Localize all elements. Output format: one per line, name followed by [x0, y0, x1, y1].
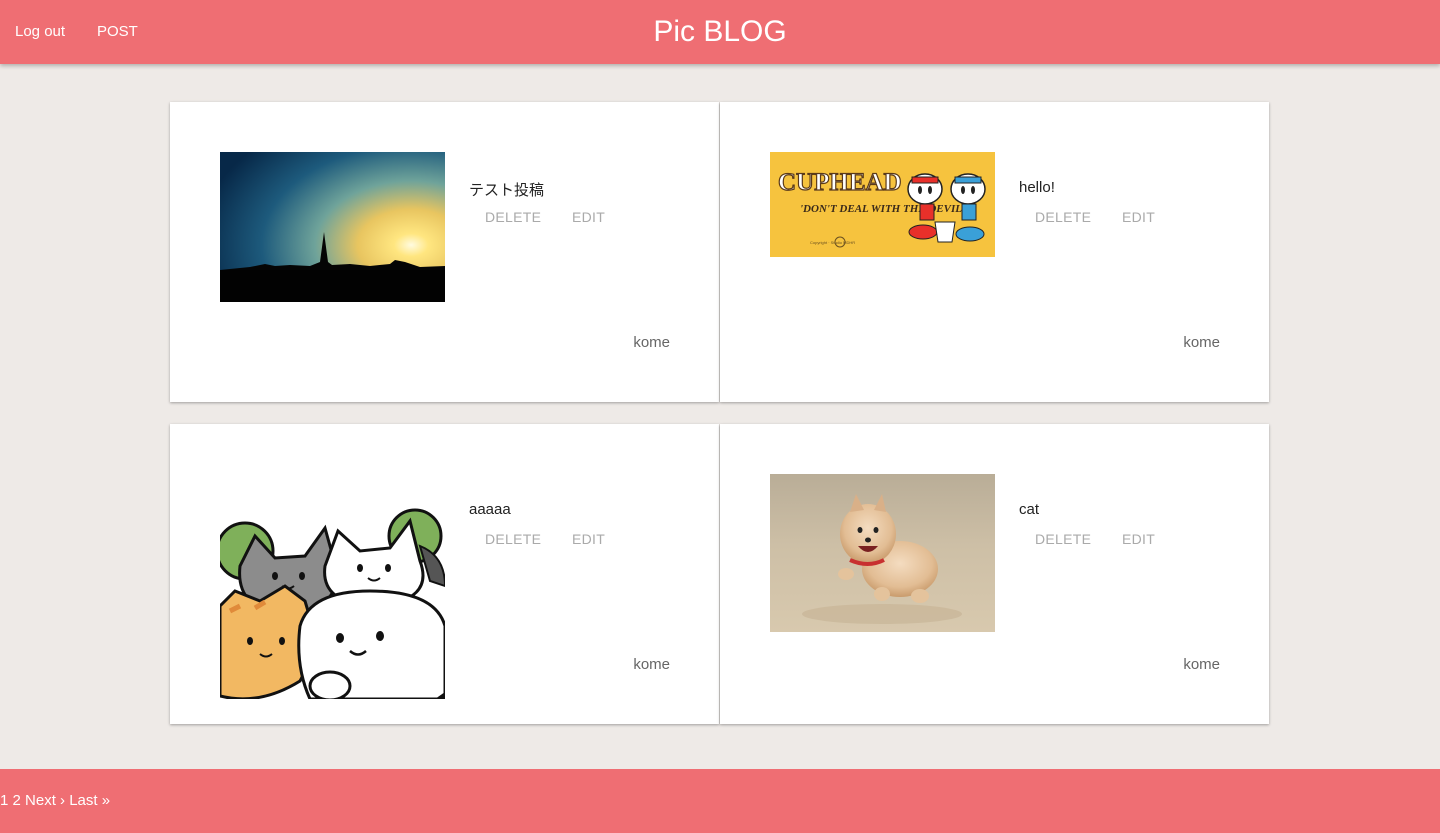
delete-button[interactable]: DELETE: [1035, 531, 1091, 547]
edit-button[interactable]: EDIT: [572, 531, 605, 547]
post-title: テスト投稿: [469, 182, 545, 199]
post-image: [220, 506, 445, 699]
pagination: 1 2 Next › Last »: [0, 769, 110, 833]
post-title: aaaaa: [469, 501, 511, 518]
post-author: kome: [1183, 334, 1220, 351]
cuphead-tagline: 'DON'T DEAL WITH THE DEVIL': [800, 203, 965, 215]
post-image: [220, 152, 445, 302]
page-1-link[interactable]: 1: [0, 792, 8, 809]
edit-button[interactable]: EDIT: [572, 209, 605, 225]
cats-illustration-image: [220, 506, 445, 699]
post-card: aaaaa DELETE EDIT kome: [170, 424, 719, 724]
post-author: kome: [1183, 656, 1220, 673]
edit-button[interactable]: EDIT: [1122, 209, 1155, 225]
edit-button[interactable]: EDIT: [1122, 531, 1155, 547]
top-navbar: Log out POST Pic BLOG: [0, 0, 1440, 64]
delete-button[interactable]: DELETE: [485, 209, 541, 225]
pagination-footer: 1 2 Next › Last »: [0, 769, 1440, 833]
post-title: hello!: [1019, 179, 1055, 196]
logout-link[interactable]: Log out: [15, 0, 65, 64]
site-title: Pic BLOG: [653, 15, 787, 48]
post-image: [770, 474, 995, 632]
page-2-link[interactable]: 2: [13, 792, 21, 809]
cuphead-logo-text: CUPHEAD: [778, 169, 902, 196]
cuphead-banner-image: CUPHEAD 'DON'T DEAL WITH THE DEVIL' Copy…: [770, 152, 995, 257]
post-card: CUPHEAD 'DON'T DEAL WITH THE DEVIL' Copy…: [720, 102, 1269, 402]
post-author: kome: [633, 656, 670, 673]
sunset-image: [220, 152, 445, 302]
post-image: CUPHEAD 'DON'T DEAL WITH THE DEVIL' Copy…: [770, 152, 995, 257]
delete-button[interactable]: DELETE: [1035, 209, 1091, 225]
pomeranian-image: [770, 474, 995, 632]
last-page-link[interactable]: Last »: [69, 792, 110, 809]
post-link[interactable]: POST: [97, 0, 138, 64]
svg-text:Copyright · Studio MDHR: Copyright · Studio MDHR: [810, 240, 855, 245]
post-author: kome: [633, 334, 670, 351]
post-card: cat DELETE EDIT kome: [720, 424, 1269, 724]
post-card: テスト投稿 DELETE EDIT kome: [170, 102, 719, 402]
post-title: cat: [1019, 501, 1040, 518]
delete-button[interactable]: DELETE: [485, 531, 541, 547]
next-page-link[interactable]: Next ›: [25, 792, 65, 809]
